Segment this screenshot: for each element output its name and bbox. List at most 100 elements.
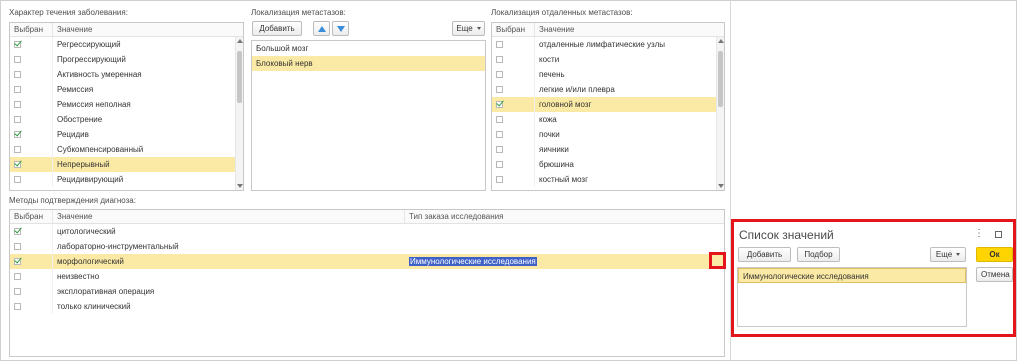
dialog-menu-icon[interactable]: ⋮	[974, 228, 984, 239]
table-row[interactable]: лабораторно-инструментальный	[10, 239, 724, 254]
row-checkbox[interactable]	[14, 273, 21, 280]
row-checkbox[interactable]	[14, 303, 21, 310]
checkbox-cell[interactable]	[492, 52, 535, 67]
character-grid[interactable]: Выбран Значение Регрессирующий Прогрессир…	[9, 22, 244, 191]
row-checkbox[interactable]	[14, 161, 21, 168]
table-row[interactable]: Обострение	[10, 112, 243, 127]
row-checkbox[interactable]	[14, 243, 21, 250]
table-row[interactable]: почки	[492, 127, 724, 142]
row-checkbox[interactable]	[496, 41, 503, 48]
checkbox-cell[interactable]	[10, 112, 53, 127]
move-up-button[interactable]	[313, 21, 330, 36]
row-checkbox[interactable]	[14, 71, 21, 78]
checkbox-cell[interactable]	[492, 112, 535, 127]
scroll-up-icon[interactable]	[718, 39, 724, 43]
checkbox-cell[interactable]	[492, 127, 535, 142]
table-row[interactable]: печень	[492, 67, 724, 82]
row-checkbox[interactable]	[496, 176, 503, 183]
checkbox-cell[interactable]	[492, 97, 535, 112]
col-value-header[interactable]: Значение	[535, 23, 574, 36]
row-checkbox[interactable]	[14, 56, 21, 63]
table-row[interactable]: Активность умеренная	[10, 67, 243, 82]
checkbox-cell[interactable]	[10, 172, 53, 187]
table-row[interactable]: Регрессирующий	[10, 37, 243, 52]
row-checkbox[interactable]	[14, 116, 21, 123]
checkbox-cell[interactable]	[10, 224, 53, 239]
checkbox-cell[interactable]	[10, 299, 53, 314]
row-order-type[interactable]: Иммунологические исследования	[405, 257, 537, 266]
table-row[interactable]: брюшина	[492, 157, 724, 172]
scroll-thumb[interactable]	[718, 51, 723, 107]
table-row[interactable]: яичники	[492, 142, 724, 157]
scroll-down-icon[interactable]	[237, 184, 243, 188]
row-checkbox[interactable]	[496, 146, 503, 153]
checkbox-cell[interactable]	[10, 269, 53, 284]
table-row[interactable]: кости	[492, 52, 724, 67]
dialog-cancel-button[interactable]: Отмена	[976, 267, 1013, 282]
table-row[interactable]: Прогрессирующий	[10, 52, 243, 67]
list-item[interactable]: Блоковый нерв	[252, 56, 485, 71]
row-checkbox[interactable]	[14, 86, 21, 93]
distant-grid[interactable]: Выбран Значение отдаленные лимфатические…	[491, 22, 725, 191]
checkbox-cell[interactable]	[10, 37, 53, 52]
row-checkbox[interactable]	[14, 258, 21, 265]
table-row[interactable]: отдаленные лимфатические узлы	[492, 37, 724, 52]
row-checkbox[interactable]	[496, 86, 503, 93]
row-checkbox[interactable]	[14, 131, 21, 138]
character-scrollbar[interactable]	[235, 37, 243, 190]
checkbox-cell[interactable]	[10, 157, 53, 172]
distant-scrollbar[interactable]	[716, 37, 724, 190]
checkbox-cell[interactable]	[10, 254, 53, 269]
list-item[interactable]: Иммунологические исследования	[738, 268, 966, 283]
col-value-header[interactable]: Значение	[53, 23, 92, 36]
checkbox-cell[interactable]	[10, 67, 53, 82]
table-row[interactable]: кожа	[492, 112, 724, 127]
scroll-down-icon[interactable]	[718, 184, 724, 188]
checkbox-cell[interactable]	[10, 97, 53, 112]
scroll-up-icon[interactable]	[237, 39, 243, 43]
row-checkbox[interactable]	[14, 101, 21, 108]
checkbox-cell[interactable]	[10, 284, 53, 299]
dialog-value-list[interactable]: Иммунологические исследования	[737, 267, 967, 327]
checkbox-cell[interactable]	[10, 127, 53, 142]
table-row[interactable]: Ремиссия	[10, 82, 243, 97]
metastasis-add-button[interactable]: Добавить	[252, 21, 302, 36]
table-row[interactable]: Ремиссия неполная	[10, 97, 243, 112]
checkbox-cell[interactable]	[492, 82, 535, 97]
row-checkbox[interactable]	[496, 131, 503, 138]
methods-grid[interactable]: Выбран Значение Тип заказа исследования …	[9, 209, 725, 357]
checkbox-cell[interactable]	[10, 142, 53, 157]
row-checkbox[interactable]	[496, 56, 503, 63]
table-row[interactable]: неизвестно	[10, 269, 724, 284]
checkbox-cell[interactable]	[10, 239, 53, 254]
row-checkbox[interactable]	[14, 146, 21, 153]
col-selected-header[interactable]: Выбран	[492, 23, 535, 36]
table-row[interactable]: только клинический	[10, 299, 724, 314]
table-row[interactable]: Рецидивирующий	[10, 172, 243, 187]
checkbox-cell[interactable]	[10, 82, 53, 97]
table-row[interactable]: головной мозг	[492, 97, 724, 112]
table-row[interactable]: легкие и/или плевра	[492, 82, 724, 97]
checkbox-cell[interactable]	[492, 37, 535, 52]
col-selected-header[interactable]: Выбран	[10, 210, 53, 223]
table-row[interactable]: костный мозг	[492, 172, 724, 187]
table-row[interactable]: эксплоративная операция	[10, 284, 724, 299]
dialog-ok-button[interactable]: Ок	[976, 247, 1013, 262]
row-checkbox[interactable]	[14, 41, 21, 48]
table-row[interactable]: морфологический Иммунологические исследов…	[10, 254, 724, 269]
col-selected-header[interactable]: Выбран	[10, 23, 53, 36]
checkbox-cell[interactable]	[492, 142, 535, 157]
row-checkbox[interactable]	[14, 288, 21, 295]
move-down-button[interactable]	[332, 21, 349, 36]
table-row[interactable]: цитологический	[10, 224, 724, 239]
checkbox-cell[interactable]	[492, 172, 535, 187]
scroll-thumb[interactable]	[237, 51, 242, 103]
checkbox-cell[interactable]	[492, 67, 535, 82]
row-checkbox[interactable]	[496, 116, 503, 123]
row-checkbox[interactable]	[496, 101, 503, 108]
dialog-add-button[interactable]: Добавить	[738, 247, 791, 262]
table-row[interactable]: Непрерывный	[10, 157, 243, 172]
dialog-maximize-icon[interactable]	[995, 231, 1002, 238]
table-row[interactable]: Рецидив	[10, 127, 243, 142]
checkbox-cell[interactable]	[492, 157, 535, 172]
